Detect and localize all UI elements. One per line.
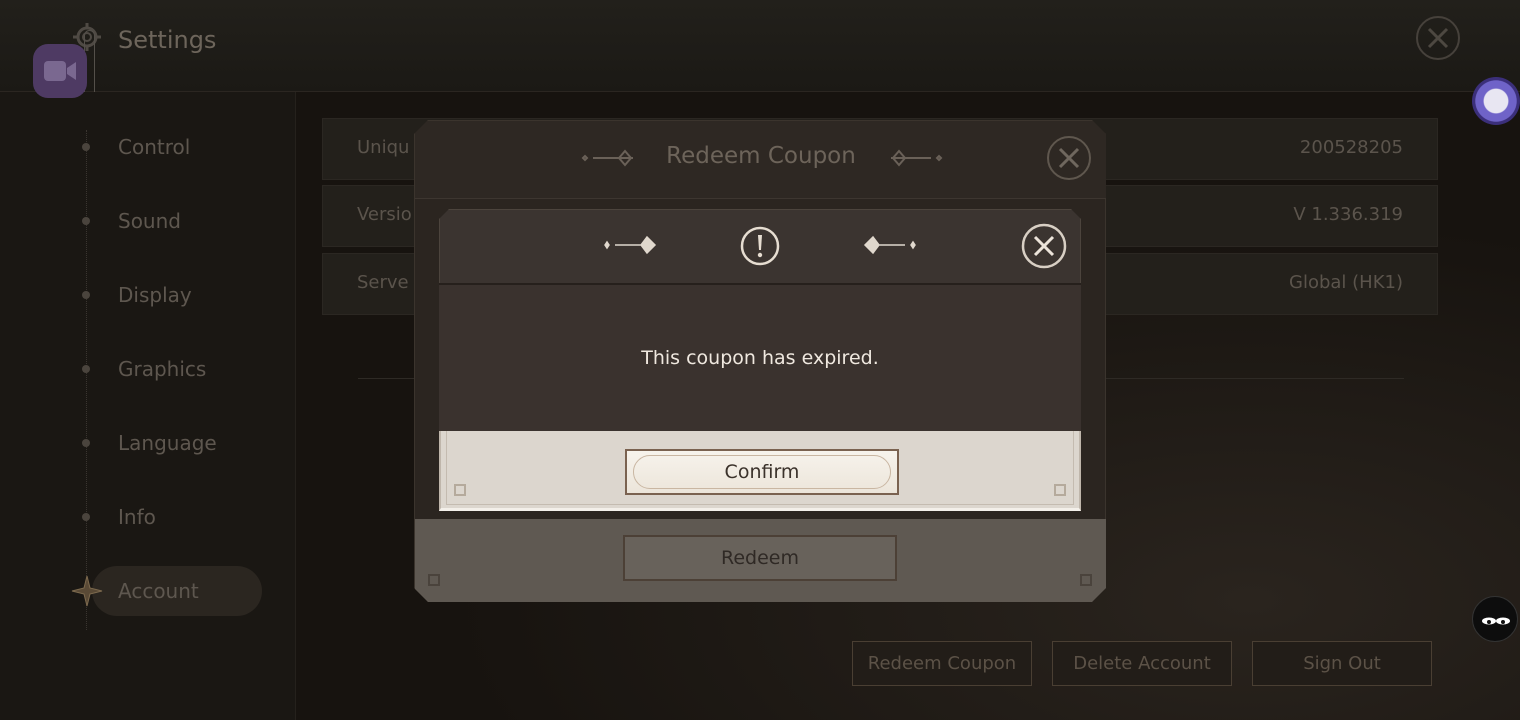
info-label: Versio — [357, 204, 412, 225]
exclamation-icon — [740, 226, 780, 266]
sidebar-dot — [82, 143, 90, 151]
alert-close-button[interactable] — [1021, 223, 1067, 269]
sidebar-item-display[interactable]: Display — [118, 283, 192, 307]
close-icon — [1021, 223, 1067, 269]
sidebar-dot — [82, 291, 90, 299]
alert-dialog: This coupon has expired. Confirm — [439, 209, 1081, 511]
confirm-button-label: Confirm — [724, 461, 800, 483]
alert-body: This coupon has expired. — [439, 285, 1081, 431]
sidebar-item-account[interactable]: Account — [118, 579, 199, 603]
sparkle-ornament-icon — [863, 235, 916, 255]
page-title: Settings — [118, 26, 217, 54]
corner-ornament-icon — [454, 484, 466, 496]
mascot-face — [1482, 617, 1510, 625]
sidebar-dot — [82, 365, 90, 373]
corner-ornament-icon — [428, 574, 440, 586]
alert-message: This coupon has expired. — [641, 347, 879, 369]
info-value: 200528205 — [1299, 137, 1403, 158]
screen-record-button[interactable] — [33, 44, 87, 98]
video-camera-icon — [44, 61, 76, 81]
info-label: Uniqu — [357, 137, 410, 158]
confirm-button[interactable]: Confirm — [625, 449, 899, 495]
sidebar-divider — [86, 130, 87, 630]
sidebar-dot — [82, 217, 90, 225]
star-icon — [71, 575, 103, 607]
sidebar-dot — [82, 513, 90, 521]
floating-ball-icon[interactable] — [1472, 77, 1520, 125]
corner-ornament-icon — [1080, 574, 1092, 586]
sidebar-item-info[interactable]: Info — [118, 505, 156, 529]
sparkle-ornament-icon — [891, 149, 943, 167]
redeem-coupon-button[interactable]: Redeem Coupon — [852, 641, 1032, 686]
settings-close-button[interactable] — [1416, 16, 1460, 60]
sidebar-item-control[interactable]: Control — [118, 135, 190, 159]
dialog-close-button[interactable] — [1047, 136, 1091, 180]
mascot-icon[interactable] — [1472, 596, 1518, 642]
delete-account-button[interactable]: Delete Account — [1052, 641, 1232, 686]
close-icon — [1427, 27, 1449, 49]
dialog-header: Redeem Coupon — [415, 121, 1106, 199]
sidebar-item-language[interactable]: Language — [118, 431, 217, 455]
sidebar-item-graphics[interactable]: Graphics — [118, 357, 206, 381]
settings-sidebar — [0, 92, 296, 720]
info-value: Global (HK1) — [1289, 272, 1403, 293]
sparkle-ornament-icon — [604, 235, 657, 255]
close-icon — [1058, 147, 1080, 169]
redeem-button[interactable]: Redeem — [623, 535, 897, 581]
sign-out-button[interactable]: Sign Out — [1252, 641, 1432, 686]
info-label: Serve — [357, 272, 409, 293]
info-value: V 1.336.319 — [1293, 204, 1403, 225]
corner-ornament-icon — [1054, 484, 1066, 496]
sidebar-item-sound[interactable]: Sound — [118, 209, 181, 233]
alert-footer: Confirm — [439, 431, 1081, 511]
sidebar-dot — [82, 439, 90, 447]
settings-topbar: Settings — [0, 0, 1520, 92]
dialog-title: Redeem Coupon — [666, 143, 856, 169]
